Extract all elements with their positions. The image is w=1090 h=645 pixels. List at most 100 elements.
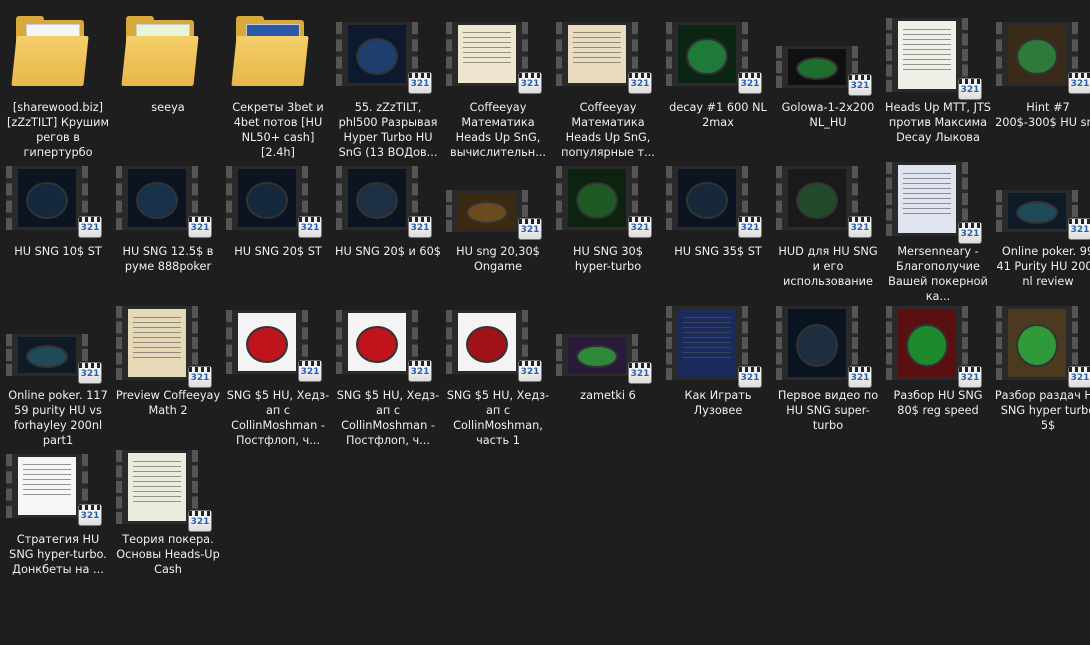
video-file-item[interactable]: 321 HU SNG 10$ ST bbox=[4, 158, 112, 298]
media-player-classic-icon: 321 bbox=[188, 216, 212, 238]
video-file-item[interactable]: 321 Разбор HU SNG 80$ reg speed bbox=[884, 302, 992, 442]
file-name-label: Как Играть Лузовее bbox=[684, 389, 752, 417]
poker-table bbox=[356, 325, 398, 363]
video-file-item[interactable]: 321 HU sng 20,30$ Ongame bbox=[444, 158, 552, 298]
video-preview-frame bbox=[788, 309, 846, 377]
video-thumbnail: 321 bbox=[776, 14, 880, 98]
badge-text: 321 bbox=[630, 223, 650, 233]
video-preview-frame bbox=[18, 169, 76, 227]
poker-table bbox=[246, 325, 288, 363]
file-name-label: Coffeeyay Математика Heads Up SnG, попул… bbox=[561, 101, 655, 159]
file-name-label: HUD для HU SNG и его использование bbox=[778, 245, 878, 288]
media-player-classic-icon: 321 bbox=[78, 504, 102, 526]
media-player-classic-icon: 321 bbox=[78, 362, 102, 384]
video-file-item[interactable]: 321 HU SNG 35$ ST bbox=[664, 158, 772, 298]
folder-item[interactable]: seeya bbox=[114, 14, 222, 154]
video-thumbnail: 321 bbox=[446, 158, 550, 242]
video-file-item[interactable]: 321 Mersenneary - Благополучие Вашей поке… bbox=[884, 158, 992, 303]
video-thumbnail: 321 bbox=[116, 446, 220, 532]
file-name-label: zametki 6 bbox=[580, 389, 636, 402]
media-player-classic-icon: 321 bbox=[298, 360, 322, 382]
poker-table bbox=[576, 344, 618, 368]
video-thumbnail: 321 bbox=[886, 14, 990, 100]
video-file-item[interactable]: 321 Как Играть Лузовее bbox=[664, 302, 772, 442]
media-player-classic-icon: 321 bbox=[738, 72, 762, 94]
video-thumbnail: 321 bbox=[336, 158, 440, 242]
poker-table bbox=[26, 181, 68, 219]
video-file-item[interactable]: 321 Разбор раздач HU SNG hyper turbo 5$ bbox=[994, 302, 1090, 442]
video-thumbnail: 321 bbox=[666, 14, 770, 98]
video-preview-frame bbox=[348, 169, 406, 227]
video-file-item[interactable]: 321 Online poker. 99 41 Purity HU 200e nl… bbox=[994, 158, 1090, 298]
video-file-item[interactable]: 321 HU SNG 20$ ST bbox=[224, 158, 332, 298]
media-player-classic-icon: 321 bbox=[848, 216, 872, 238]
folder-item[interactable]: Секреты 3bet и 4bet потов [HU NL50+ cash… bbox=[224, 14, 332, 159]
video-file-item[interactable]: 321 55. zZzTILT, phl500 Разрывая Hyper Tu… bbox=[334, 14, 442, 159]
video-file-item[interactable]: 321 Golowa-1-2x200 NL_HU bbox=[774, 14, 882, 154]
video-file-item[interactable]: 321 decay #1 600 NL 2max bbox=[664, 14, 772, 154]
poker-table bbox=[796, 56, 838, 80]
video-file-item[interactable]: 321 Теория покера. Основы Heads-Up Cash bbox=[114, 446, 222, 586]
badge-text: 321 bbox=[520, 79, 540, 89]
video-thumbnail: 321 bbox=[886, 302, 990, 388]
file-name-label: Первое видео по HU SNG super-turbo bbox=[777, 389, 879, 432]
media-player-classic-icon: 321 bbox=[958, 222, 982, 244]
video-preview-frame bbox=[238, 313, 296, 371]
video-preview-frame bbox=[788, 169, 846, 227]
video-file-item[interactable]: 321 SNG $5 HU, Хедз-ап с CollinMoshman - … bbox=[334, 302, 442, 447]
video-file-item[interactable]: 321 Стратегия HU SNG hyper-turbo. Донкбет… bbox=[4, 446, 112, 586]
video-file-item[interactable]: 321 Coffeeyay Математика Heads Up SnG, вы… bbox=[444, 14, 552, 159]
poker-table bbox=[356, 37, 398, 75]
poker-table bbox=[1016, 200, 1058, 224]
video-file-item[interactable]: 321 Coffeeyay Математика Heads Up SnG, по… bbox=[554, 14, 662, 159]
media-player-classic-icon: 321 bbox=[1068, 218, 1090, 240]
video-file-item[interactable]: 321 HUD для HU SNG и его использование bbox=[774, 158, 882, 298]
file-name-label: HU sng 20,30$ Ongame bbox=[456, 245, 540, 273]
folder-item[interactable]: [sharewood.biz] [zZzTILT] Крушим регов в… bbox=[4, 14, 112, 159]
video-thumbnail: 321 bbox=[226, 302, 330, 386]
video-file-item[interactable]: 321 Hint #7 200$-300$ HU sng bbox=[994, 14, 1090, 154]
poker-table bbox=[576, 181, 618, 219]
badge-text: 321 bbox=[850, 373, 870, 383]
file-name-label: Hint #7 200$-300$ HU sng bbox=[995, 101, 1090, 129]
media-player-classic-icon: 321 bbox=[738, 216, 762, 238]
badge-text: 321 bbox=[520, 225, 540, 235]
badge-text: 321 bbox=[850, 223, 870, 233]
video-file-item[interactable]: 321 HU SNG 20$ и 60$ bbox=[334, 158, 442, 298]
folder-icon bbox=[116, 14, 220, 98]
media-player-classic-icon: 321 bbox=[408, 72, 432, 94]
poker-table bbox=[686, 181, 728, 219]
video-thumbnail: 321 bbox=[116, 302, 220, 388]
video-preview-frame bbox=[458, 193, 516, 229]
video-preview-frame bbox=[18, 337, 76, 373]
video-file-item[interactable]: 321 Heads Up MTT, JTS против Максима Deca… bbox=[884, 14, 992, 154]
badge-text: 321 bbox=[300, 223, 320, 233]
poker-table bbox=[796, 323, 838, 368]
video-thumbnail: 321 bbox=[556, 158, 660, 242]
video-thumbnail: 321 bbox=[666, 158, 770, 242]
badge-text: 321 bbox=[960, 229, 980, 239]
video-file-item[interactable]: 321 HU SNG 12.5$ в руме 888poker bbox=[114, 158, 222, 298]
video-file-item[interactable]: 321 Первое видео по HU SNG super-turbo bbox=[774, 302, 882, 442]
media-player-classic-icon: 321 bbox=[848, 74, 872, 96]
video-file-item[interactable]: 321 SNG $5 HU, Хедз-ап с CollinMoshman, ч… bbox=[444, 302, 552, 447]
file-name-label: HU SNG 30$ hyper-turbo bbox=[573, 245, 643, 273]
poker-table bbox=[466, 325, 508, 363]
video-file-item[interactable]: 321 zametki 6 bbox=[554, 302, 662, 442]
file-name-label: seeya bbox=[151, 101, 185, 114]
poker-table bbox=[136, 181, 178, 219]
poker-table bbox=[356, 181, 398, 219]
badge-text: 321 bbox=[80, 223, 100, 233]
badge-text: 321 bbox=[410, 79, 430, 89]
video-file-item[interactable]: 321 Online poker. 117 59 purity HU vs for… bbox=[4, 302, 112, 447]
media-player-classic-icon: 321 bbox=[958, 366, 982, 388]
badge-text: 321 bbox=[80, 369, 100, 379]
file-name-label: 55. zZzTILT, phl500 Разрывая Hyper Turbo… bbox=[338, 101, 438, 159]
video-file-item[interactable]: 321 SNG $5 HU, Хедз-ап с CollinMoshman - … bbox=[224, 302, 332, 447]
poker-table bbox=[906, 323, 948, 368]
video-file-item[interactable]: 321 HU SNG 30$ hyper-turbo bbox=[554, 158, 662, 298]
video-file-item[interactable]: 321 Preview Coffeeyay Math 2 bbox=[114, 302, 222, 442]
badge-text: 321 bbox=[300, 367, 320, 377]
poker-table bbox=[1016, 37, 1058, 75]
badge-text: 321 bbox=[630, 369, 650, 379]
